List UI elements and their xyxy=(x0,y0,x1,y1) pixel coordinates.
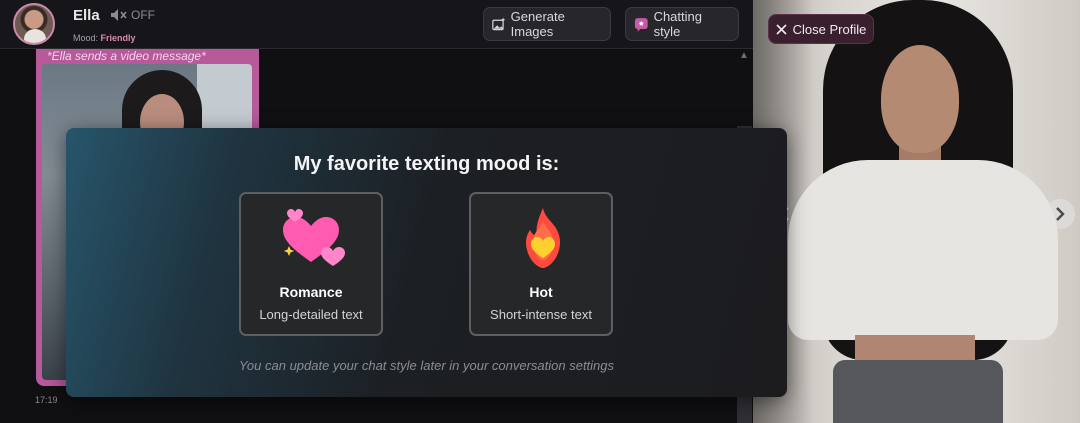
option-hot[interactable]: Hot Short-intense text xyxy=(469,192,613,336)
mood-value: Friendly xyxy=(100,33,136,43)
chevron-right-icon xyxy=(1056,207,1065,221)
mood-label: Mood: xyxy=(73,33,99,43)
option-hot-description: Short-intense text xyxy=(490,307,592,322)
generate-images-button[interactable]: Generate Images xyxy=(483,7,611,41)
chat-bubble-icon xyxy=(634,17,648,32)
chatting-style-label: Chatting style xyxy=(653,9,702,39)
character-name: Ella xyxy=(73,7,100,24)
chat-header: Ella OFF Mood: Friendly Generate Images xyxy=(0,0,753,49)
scroll-up-chevron-icon[interactable]: ▲ xyxy=(737,50,751,64)
close-profile-button[interactable]: Close Profile xyxy=(768,14,874,44)
message-timestamp: 17:19 xyxy=(35,395,58,405)
mute-label: OFF xyxy=(131,8,155,22)
flame-heart-icon xyxy=(526,208,561,268)
speaker-muted-icon xyxy=(111,9,127,21)
profile-photo xyxy=(753,0,1080,423)
avatar[interactable] xyxy=(13,3,55,45)
option-romance[interactable]: Romance Long-detailed text xyxy=(239,192,383,336)
mood-indicator: Mood: Friendly xyxy=(73,33,136,43)
option-hot-name: Hot xyxy=(529,284,553,300)
chatting-style-button[interactable]: Chatting style xyxy=(625,7,739,41)
modal-title: My favorite texting mood is: xyxy=(293,153,560,175)
image-sparkle-icon xyxy=(492,17,506,30)
option-romance-name: Romance xyxy=(279,284,343,300)
mute-toggle[interactable]: OFF xyxy=(110,8,155,22)
modal-footnote: You can update your chat style later in … xyxy=(238,358,615,373)
texting-mood-modal: My favorite texting mood is: Romance Lon… xyxy=(66,128,787,397)
app-root: Ella OFF Mood: Friendly Generate Images xyxy=(0,0,1080,423)
close-profile-label: Close Profile xyxy=(792,21,867,37)
hearts-icon xyxy=(283,209,345,266)
option-romance-description: Long-detailed text xyxy=(259,307,363,322)
generate-images-label: Generate Images xyxy=(510,9,565,39)
close-icon xyxy=(776,23,787,35)
next-photo-button[interactable] xyxy=(1045,199,1075,229)
video-message-caption: *Ella sends a video message* xyxy=(47,49,206,63)
